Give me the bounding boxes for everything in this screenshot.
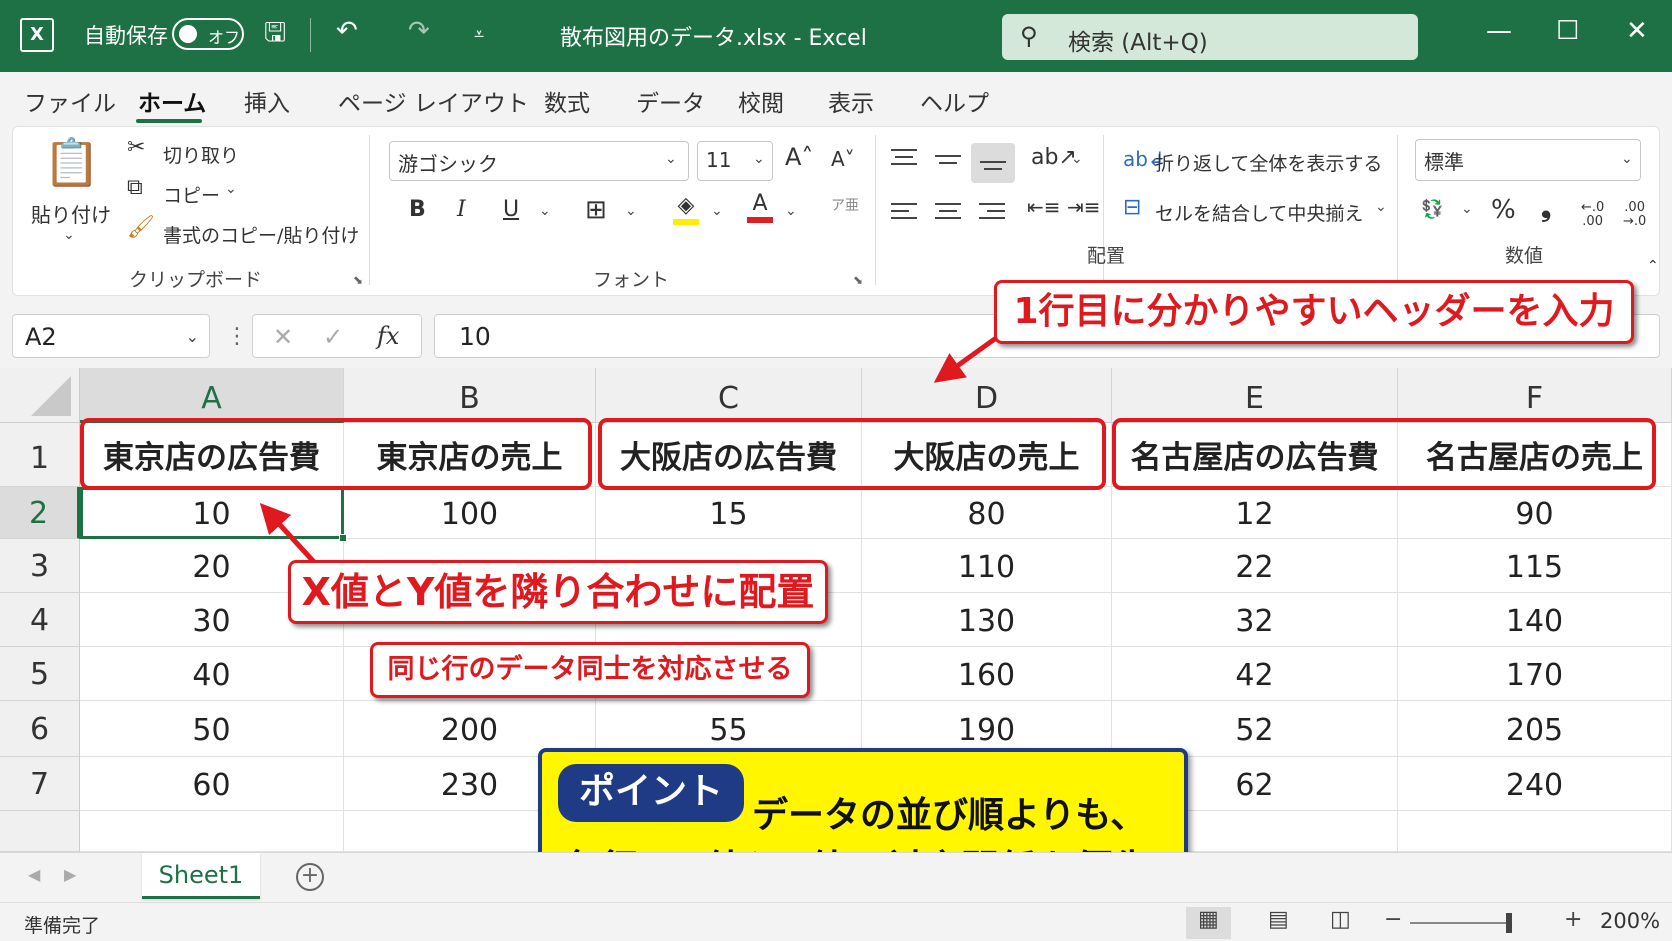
status-bar: 準備完了 ▦ ▤ ◫ − + 200%: [0, 902, 1672, 941]
prev-sheet-icon[interactable]: ◀: [28, 865, 40, 884]
sheet-tab-bar: ◀ ▶ Sheet1 +: [0, 852, 1672, 902]
row-callout: 同じ行のデータ同士を対応させる: [370, 642, 810, 698]
zoom-slider[interactable]: [1410, 913, 1512, 933]
page-layout-view-icon[interactable]: ▤: [1268, 907, 1289, 932]
zoom-out-icon[interactable]: −: [1384, 907, 1402, 932]
normal-view-icon[interactable]: ▦: [1186, 907, 1231, 939]
header-callout: 1行目に分かりやすいヘッダーを入力: [994, 280, 1634, 344]
page-break-view-icon[interactable]: ◫: [1330, 907, 1351, 932]
point-text-line1: データの並び順よりも、: [752, 795, 1147, 836]
zoom-level[interactable]: 200%: [1600, 909, 1660, 933]
add-sheet-icon[interactable]: +: [296, 863, 324, 891]
zoom-slider-thumb[interactable]: [1506, 913, 1512, 933]
next-sheet-icon[interactable]: ▶: [64, 865, 76, 884]
zoom-in-icon[interactable]: +: [1564, 907, 1582, 932]
status-ready: 準備完了: [24, 915, 101, 937]
pair-callout: X値とY値を隣り合わせに配置: [288, 560, 828, 624]
point-badge: ポイント: [558, 764, 744, 822]
sheet-tab-sheet1[interactable]: Sheet1: [142, 853, 260, 899]
